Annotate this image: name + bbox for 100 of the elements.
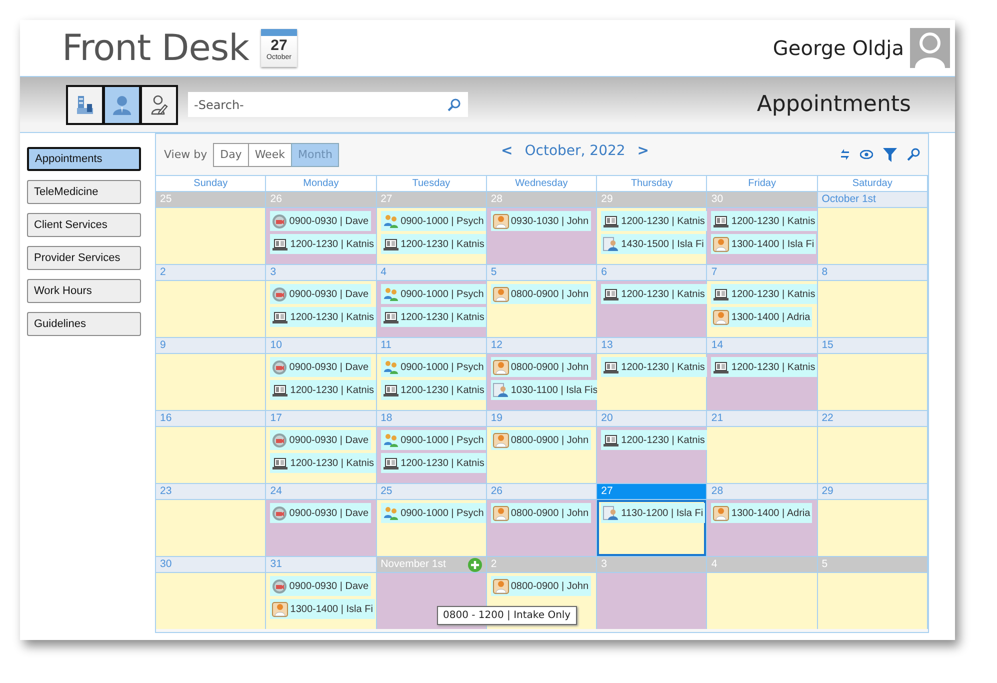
- appointment-entry[interactable]: 1130-1200 | Isla Fi: [601, 503, 706, 523]
- day-cell[interactable]: [156, 427, 266, 483]
- appointment-entry[interactable]: 0800-0900 | John: [490, 576, 591, 596]
- day-cell[interactable]: 0800-0900 | John: [486, 500, 596, 556]
- search-field[interactable]: -Search-: [188, 92, 468, 117]
- day-cell[interactable]: 1130-1200 | Isla Fi: [597, 500, 706, 556]
- sidebar-item[interactable]: TeleMedicine: [27, 180, 141, 204]
- edit-nav-button[interactable]: [140, 84, 178, 124]
- day-cell[interactable]: [818, 500, 927, 556]
- day-cell[interactable]: 0900-1000 | Psych 1200-1230 | Katnis: [376, 281, 486, 337]
- appointment-entry[interactable]: 0800-0900 | John: [490, 284, 591, 304]
- appointment-entry[interactable]: 0900-0930 | Dave: [270, 211, 371, 231]
- appointment-entry[interactable]: 0900-1000 | Psych: [380, 357, 486, 377]
- day-cell[interactable]: 1200-1230 | Katnis 1430-1500 | Isla Fi: [597, 208, 706, 264]
- day-cell[interactable]: [156, 354, 266, 410]
- appointment-entry[interactable]: 0900-0930 | Dave: [270, 357, 371, 377]
- day-cell[interactable]: [707, 573, 817, 629]
- appointment-entry[interactable]: 0930-1030 | John: [490, 211, 591, 231]
- appointment-entry[interactable]: 0800-0900 | John: [490, 357, 591, 377]
- day-cell[interactable]: 0900-0930 | Dave: [266, 500, 376, 556]
- day-cell[interactable]: 0900-1000 | Psych 1200-1230 | Katnis: [376, 427, 486, 483]
- person-nav-button[interactable]: [103, 84, 141, 124]
- sidebar-item[interactable]: Appointments: [27, 147, 141, 171]
- day-cell[interactable]: 0900-0930 | Dave 1200-1230 | Katnis: [266, 208, 376, 264]
- appointment-entry[interactable]: 1200-1230 | Katnis: [601, 357, 707, 377]
- appointment-entry[interactable]: 1200-1230 | Katnis: [380, 453, 486, 473]
- appointment-entry[interactable]: 1200-1230 | Katnis: [270, 453, 376, 473]
- appointment-entry[interactable]: 0900-1000 | Psych: [380, 503, 486, 523]
- day-cell[interactable]: 1200-1230 | Katnis 1300-1400 | Adria: [707, 281, 817, 337]
- building-nav-button[interactable]: [66, 84, 104, 124]
- view-tab[interactable]: Day: [213, 142, 249, 166]
- day-cell[interactable]: 0800-0900 | John: [486, 281, 596, 337]
- appointment-entry[interactable]: 1300-1400 | Adria: [711, 503, 812, 523]
- day-cell[interactable]: [818, 573, 927, 629]
- day-cell[interactable]: 0900-1000 | Psych 1200-1230 | Katnis: [376, 354, 486, 410]
- appointment-entry[interactable]: 1430-1500 | Isla Fi: [601, 234, 706, 254]
- filter-icon[interactable]: [883, 148, 897, 162]
- appointment-entry[interactable]: 1300-1400 | Isla Fi: [711, 234, 816, 254]
- avatar-icon[interactable]: [910, 28, 950, 68]
- day-cell[interactable]: [818, 427, 927, 483]
- day-cell[interactable]: [156, 208, 266, 264]
- search-icon[interactable]: [447, 98, 461, 112]
- next-month-button[interactable]: >: [637, 143, 650, 159]
- day-cell[interactable]: [156, 281, 266, 337]
- day-cell[interactable]: [818, 281, 927, 337]
- appointment-entry[interactable]: 1200-1230 | Katnis: [380, 234, 486, 254]
- appointment-entry[interactable]: 1200-1230 | Katnis: [601, 211, 707, 231]
- appointment-entry[interactable]: 0800-0900 | John: [490, 430, 591, 450]
- sidebar-item[interactable]: Work Hours: [27, 279, 141, 303]
- day-cell[interactable]: [707, 427, 817, 483]
- appointment-entry[interactable]: 1200-1230 | Katnis: [711, 357, 818, 377]
- sidebar-item[interactable]: Provider Services: [27, 246, 141, 270]
- appointment-entry[interactable]: 1200-1230 | Katnis: [601, 284, 707, 304]
- day-cell[interactable]: 1200-1230 | Katnis: [597, 427, 706, 483]
- appointment-entry[interactable]: 0900-0930 | Dave: [270, 576, 371, 596]
- appointment-entry[interactable]: 1300-1400 | Isla Fi: [270, 599, 375, 619]
- appointment-entry[interactable]: 0900-1000 | Psych: [380, 430, 486, 450]
- day-cell[interactable]: 0900-0930 | Dave 1200-1230 | Katnis: [266, 354, 376, 410]
- day-cell[interactable]: 0900-1000 | Psych 1200-1230 | Katnis: [376, 208, 486, 264]
- day-cell[interactable]: 0930-1030 | John: [486, 208, 596, 264]
- appointment-entry[interactable]: 1300-1400 | Adria: [711, 307, 812, 327]
- day-cell[interactable]: 0900-0930 | Dave 1200-1230 | Katnis: [266, 281, 376, 337]
- sidebar-item[interactable]: Guidelines: [27, 312, 141, 336]
- eye-icon[interactable]: [860, 150, 873, 159]
- appointment-entry[interactable]: 0900-1000 | Psych: [380, 284, 486, 304]
- view-tab[interactable]: Week: [248, 142, 292, 166]
- appointment-entry[interactable]: 1200-1230 | Katnis: [380, 307, 486, 327]
- day-cell[interactable]: [597, 573, 706, 629]
- day-cell[interactable]: 1200-1230 | Katnis: [707, 354, 817, 410]
- search-icon[interactable]: [907, 148, 920, 161]
- appointment-entry[interactable]: 1200-1230 | Katnis: [270, 307, 376, 327]
- appointment-entry[interactable]: 0900-0930 | Dave: [270, 503, 371, 523]
- appointment-entry[interactable]: 1200-1230 | Katnis: [601, 430, 707, 450]
- appointment-entry[interactable]: 0900-0930 | Dave: [270, 284, 371, 304]
- day-cell[interactable]: 0800-0900 | John: [486, 427, 596, 483]
- appointment-entry[interactable]: 1200-1230 | Katnis: [711, 284, 818, 304]
- day-cell[interactable]: 0900-1000 | Psych: [376, 500, 486, 556]
- appointment-entry[interactable]: 1200-1230 | Katnis: [711, 211, 818, 231]
- refresh-icon[interactable]: [840, 148, 850, 161]
- day-cell[interactable]: 1200-1230 | Katnis: [597, 281, 706, 337]
- day-cell[interactable]: 0800-0900 | John 1030-1100 | Isla Fis: [486, 354, 596, 410]
- appointment-entry[interactable]: 1200-1230 | Katnis: [270, 234, 376, 254]
- appointment-entry[interactable]: 1200-1230 | Katnis: [380, 380, 486, 400]
- day-cell[interactable]: 1200-1230 | Katnis: [597, 354, 706, 410]
- appointment-entry[interactable]: 0800-0900 | John: [490, 503, 591, 523]
- day-cell[interactable]: [156, 500, 266, 556]
- day-cell[interactable]: 0900-0930 | Dave 1300-1400 | Isla Fi: [266, 573, 376, 629]
- appointment-entry[interactable]: 0900-0930 | Dave: [270, 430, 371, 450]
- previous-month-button[interactable]: <: [501, 143, 513, 159]
- day-cell[interactable]: 0900-0930 | Dave 1200-1230 | Katnis: [266, 427, 376, 483]
- day-cell[interactable]: [818, 208, 927, 264]
- day-cell[interactable]: [818, 354, 927, 410]
- day-cell[interactable]: [156, 573, 266, 629]
- add-icon[interactable]: [468, 558, 482, 572]
- day-cell[interactable]: 1200-1230 | Katnis 1300-1400 | Isla Fi: [707, 208, 817, 264]
- appointment-entry[interactable]: 0900-1000 | Psych: [380, 211, 486, 231]
- appointment-entry[interactable]: 1030-1100 | Isla Fis: [490, 380, 600, 400]
- sidebar-item[interactable]: Client Services: [27, 213, 141, 237]
- day-cell[interactable]: 1300-1400 | Adria: [707, 500, 817, 556]
- appointment-entry[interactable]: 1200-1230 | Katnis: [270, 380, 376, 400]
